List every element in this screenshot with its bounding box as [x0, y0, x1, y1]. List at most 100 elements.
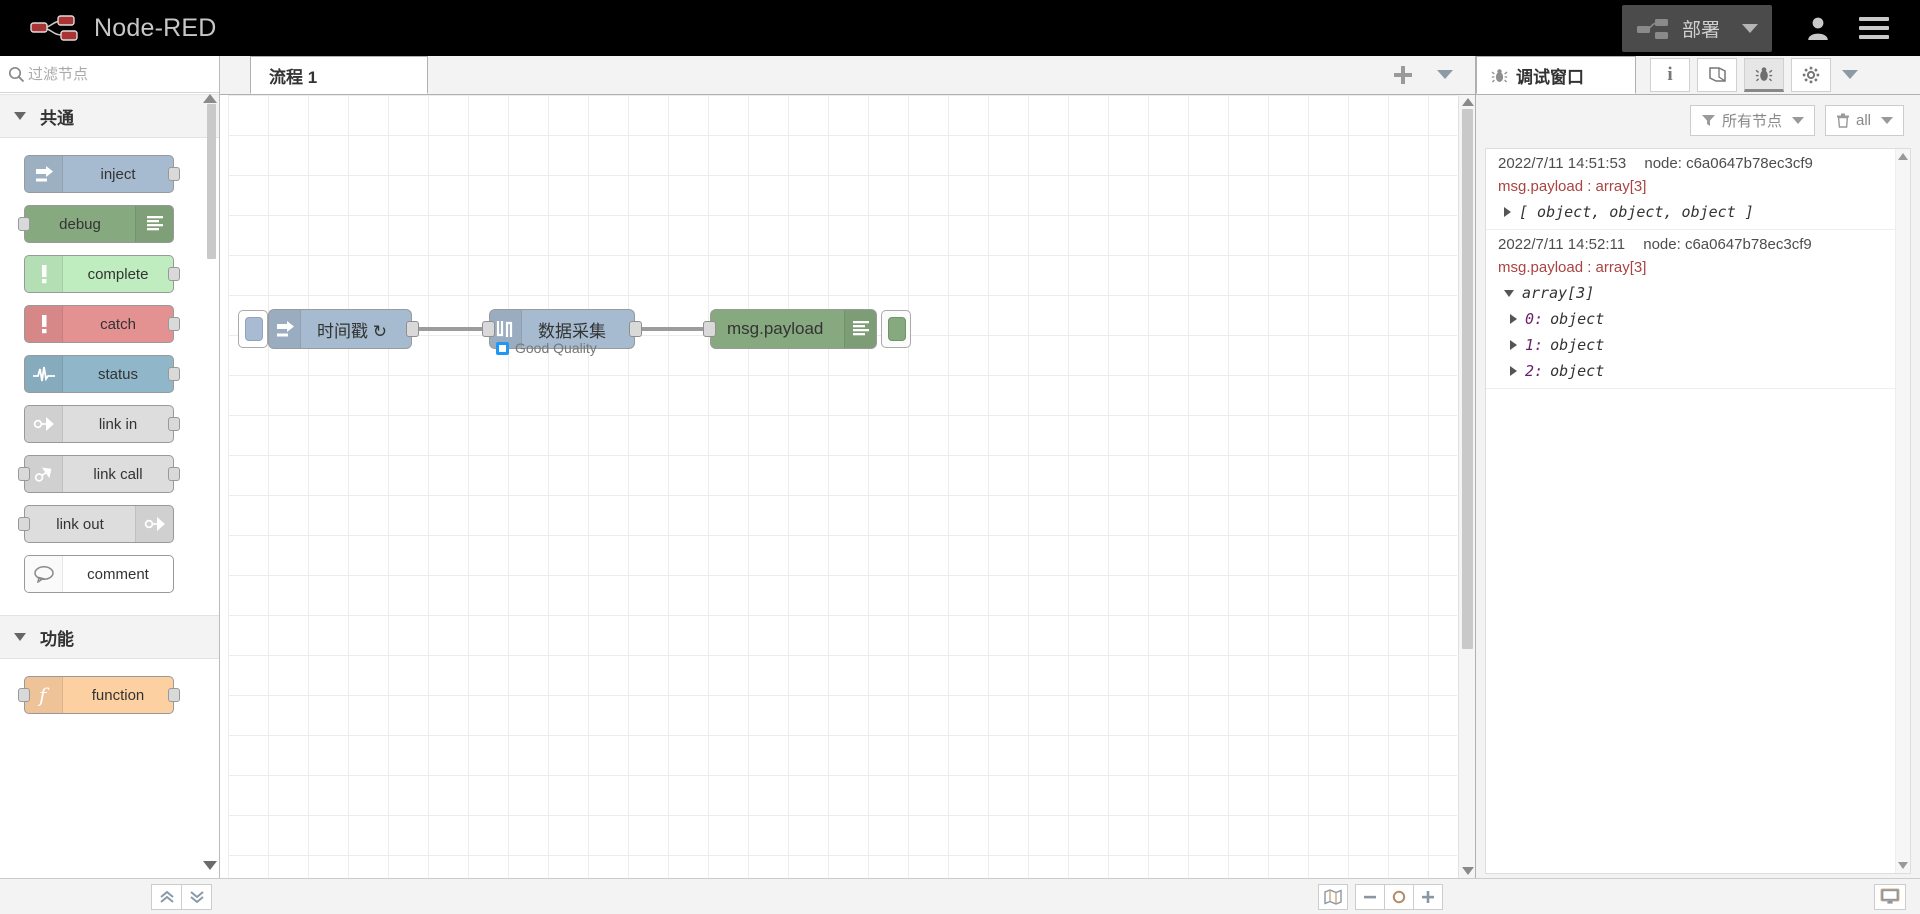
palette-category-common[interactable]: 共通: [0, 94, 219, 138]
node-output-port[interactable]: [168, 167, 180, 181]
node-output-port[interactable]: [168, 367, 180, 381]
flow-menu-button[interactable]: [1425, 55, 1465, 94]
flow-tab-bar: 流程 1: [220, 56, 1475, 95]
palette-node-debug[interactable]: debug: [18, 205, 174, 243]
chevron-down-icon[interactable]: [1742, 23, 1758, 33]
sidebar-more-button[interactable]: [1842, 70, 1858, 79]
palette-scrollbar-thumb[interactable]: [207, 104, 216, 259]
palette-category-label: 共通: [40, 108, 74, 128]
debug-value-row[interactable]: 2: object: [1498, 362, 1898, 380]
triangle-up-icon[interactable]: [1462, 98, 1474, 106]
wire-inject-to-collect[interactable]: [416, 327, 484, 331]
svg-text:f: f: [37, 683, 50, 707]
palette-node-status[interactable]: status: [24, 355, 180, 393]
tab-info[interactable]: i: [1650, 57, 1690, 92]
node-input-port[interactable]: [18, 467, 30, 481]
palette-category-function[interactable]: 功能: [0, 615, 219, 659]
wire-collect-to-debug[interactable]: [635, 327, 705, 331]
node-input-port[interactable]: [18, 688, 30, 702]
debug-value-row[interactable]: 0: object: [1498, 310, 1898, 328]
zoom-in-button[interactable]: [1413, 883, 1443, 910]
node-input-port[interactable]: [703, 321, 716, 337]
filter-nodes-button[interactable]: 所有节点: [1689, 104, 1815, 136]
node-output-port[interactable]: [168, 417, 180, 431]
palette-node-link-out[interactable]: link out: [18, 505, 174, 543]
search-input[interactable]: [28, 65, 211, 83]
deploy-button[interactable]: 部署: [1621, 4, 1772, 52]
node-output-port[interactable]: [168, 688, 180, 702]
flow-node-inject[interactable]: 时间戳 ↻: [268, 309, 419, 349]
node-output-port[interactable]: [406, 321, 419, 337]
flow-tab-1[interactable]: 流程 1: [250, 56, 428, 94]
palette-node-catch[interactable]: catch: [24, 305, 180, 343]
palette-node-complete[interactable]: complete: [24, 255, 180, 293]
debug-node-toggle-button[interactable]: [881, 310, 911, 348]
canvas-zoom-controls: [1318, 883, 1443, 910]
node-status-label: Good Quality: [496, 340, 597, 356]
triangle-down-icon[interactable]: [1504, 289, 1514, 297]
triangle-right-icon[interactable]: [1510, 340, 1517, 350]
node-input-port[interactable]: [482, 321, 495, 337]
triangle-right-icon[interactable]: [1504, 207, 1511, 217]
debug-message-list[interactable]: 2022/7/11 14:51:53 node: c6a0647b78ec3cf…: [1485, 148, 1911, 874]
debug-value-row[interactable]: [ object, object, object ]: [1498, 203, 1898, 221]
triangle-right-icon[interactable]: [1510, 366, 1517, 376]
flow-canvas[interactable]: 时间戳 ↻ 数据采集 Good Quality msg.payload: [228, 95, 1457, 878]
flow-node-debug[interactable]: msg.payload: [703, 309, 877, 349]
trash-icon: [1836, 113, 1849, 128]
tab-debug[interactable]: [1744, 57, 1784, 92]
palette-node-link-in[interactable]: link in: [24, 405, 180, 443]
tab-config[interactable]: [1791, 57, 1831, 92]
node-input-port[interactable]: [18, 517, 30, 531]
expand-all-button[interactable]: [181, 883, 212, 910]
palette-node-link-call[interactable]: link call: [18, 455, 180, 493]
node-palette: 共通 inject debug: [0, 56, 220, 914]
node-output-port[interactable]: [168, 467, 180, 481]
add-flow-button[interactable]: [1381, 55, 1425, 94]
triangle-up-icon[interactable]: [1898, 153, 1908, 160]
tab-help[interactable]: [1697, 57, 1737, 92]
node-output-port[interactable]: [168, 317, 180, 331]
node-input-port[interactable]: [18, 217, 30, 231]
zoom-reset-button[interactable]: [1384, 883, 1414, 910]
status-footer: [1475, 878, 1920, 914]
display-toggle-button[interactable]: [1874, 883, 1906, 910]
search-icon: [8, 66, 25, 83]
palette-category-label: 功能: [40, 629, 74, 649]
debug-value-row[interactable]: array[3]: [1498, 284, 1898, 302]
clear-label: all: [1855, 111, 1871, 129]
debug-scrollbar[interactable]: [1895, 149, 1910, 873]
debug-message[interactable]: 2022/7/11 14:51:53 node: c6a0647b78ec3cf…: [1486, 149, 1910, 230]
node-selection-handle[interactable]: [238, 310, 268, 348]
palette-node-inject[interactable]: inject: [24, 155, 180, 193]
user-menu-button[interactable]: [1790, 0, 1846, 56]
triangle-down-icon[interactable]: [203, 861, 217, 870]
flow-tab-label: 流程 1: [269, 67, 318, 87]
triangle-down-icon[interactable]: [1462, 867, 1474, 875]
debug-value-row[interactable]: 1: object: [1498, 336, 1898, 354]
triangle-right-icon[interactable]: [1510, 314, 1517, 324]
sidebar-title-tab[interactable]: 调试窗口: [1476, 56, 1636, 94]
zoom-out-button[interactable]: [1355, 883, 1385, 910]
node-status-text: Good Quality: [515, 340, 597, 356]
palette-node-comment[interactable]: comment: [24, 555, 174, 593]
node-output-port[interactable]: [168, 267, 180, 281]
debug-message[interactable]: 2022/7/11 14:52:11 node: c6a0647b78ec3cf…: [1486, 230, 1910, 389]
triangle-down-icon[interactable]: [1898, 862, 1908, 869]
scrollbar-thumb[interactable]: [1462, 109, 1473, 649]
debug-topic: msg.payload : array[3]: [1498, 178, 1647, 195]
collapse-all-button[interactable]: [151, 883, 182, 910]
node-output-port[interactable]: [629, 321, 642, 337]
flow-node-label: 时间戳 ↻: [317, 321, 387, 341]
main-menu-button[interactable]: [1846, 0, 1902, 56]
tab-bar-actions: [1381, 55, 1475, 94]
clear-log-button[interactable]: all: [1824, 104, 1904, 136]
canvas-vertical-scrollbar[interactable]: [1458, 95, 1475, 878]
navigator-button[interactable]: [1318, 883, 1348, 910]
filter-label: 所有节点: [1721, 112, 1782, 130]
debug-message-header: 2022/7/11 14:52:11 node: c6a0647b78ec3cf…: [1498, 236, 1898, 253]
triangle-up-icon[interactable]: [203, 94, 217, 103]
palette-node-function[interactable]: f function: [18, 676, 180, 714]
palette-node-label: catch: [100, 315, 136, 333]
palette-search-bar[interactable]: [0, 56, 219, 93]
